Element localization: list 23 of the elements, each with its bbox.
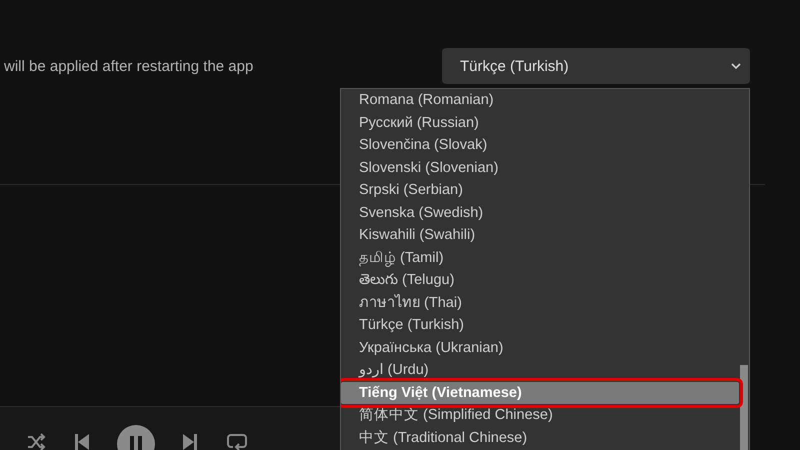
language-option[interactable]: اردو (Urdu) [341, 359, 739, 382]
language-option[interactable]: 中文 (Traditional Chinese) [341, 426, 739, 449]
language-option[interactable]: Türkçe (Turkish) [341, 314, 739, 336]
language-option[interactable]: Kiswahili (Swahili) [341, 224, 739, 246]
language-option[interactable]: 简体中文 (Simplified Chinese) [341, 404, 739, 426]
settings-note: will be applied after restarting the app [4, 58, 254, 74]
language-option[interactable]: Srpski (Serbian) [341, 179, 739, 202]
language-option[interactable]: Romana (Romanian) [341, 89, 739, 112]
previous-icon[interactable] [74, 433, 90, 450]
next-icon[interactable] [182, 433, 198, 450]
language-option[interactable]: Русский (Russian) [341, 112, 739, 134]
language-option[interactable]: Tiếng Việt (Vietnamese) [341, 382, 739, 404]
repeat-icon[interactable] [227, 433, 247, 450]
language-option[interactable]: Slovenski (Slovenian) [341, 156, 739, 179]
language-option[interactable]: Svenska (Swedish) [341, 202, 739, 224]
scrollbar-thumb[interactable] [740, 365, 748, 450]
language-option[interactable]: తెలుగు (Telugu) [341, 269, 739, 292]
language-select[interactable]: Türkçe (Turkish) [442, 48, 750, 84]
language-option[interactable]: தமிழ் (Tamil) [341, 246, 739, 269]
language-option[interactable]: Українська (Ukranian) [341, 336, 739, 359]
shuffle-icon[interactable] [26, 433, 46, 450]
language-option[interactable]: Slovenčina (Slovak) [341, 134, 739, 156]
language-option[interactable]: ภาษาไทย (Thai) [341, 292, 739, 314]
